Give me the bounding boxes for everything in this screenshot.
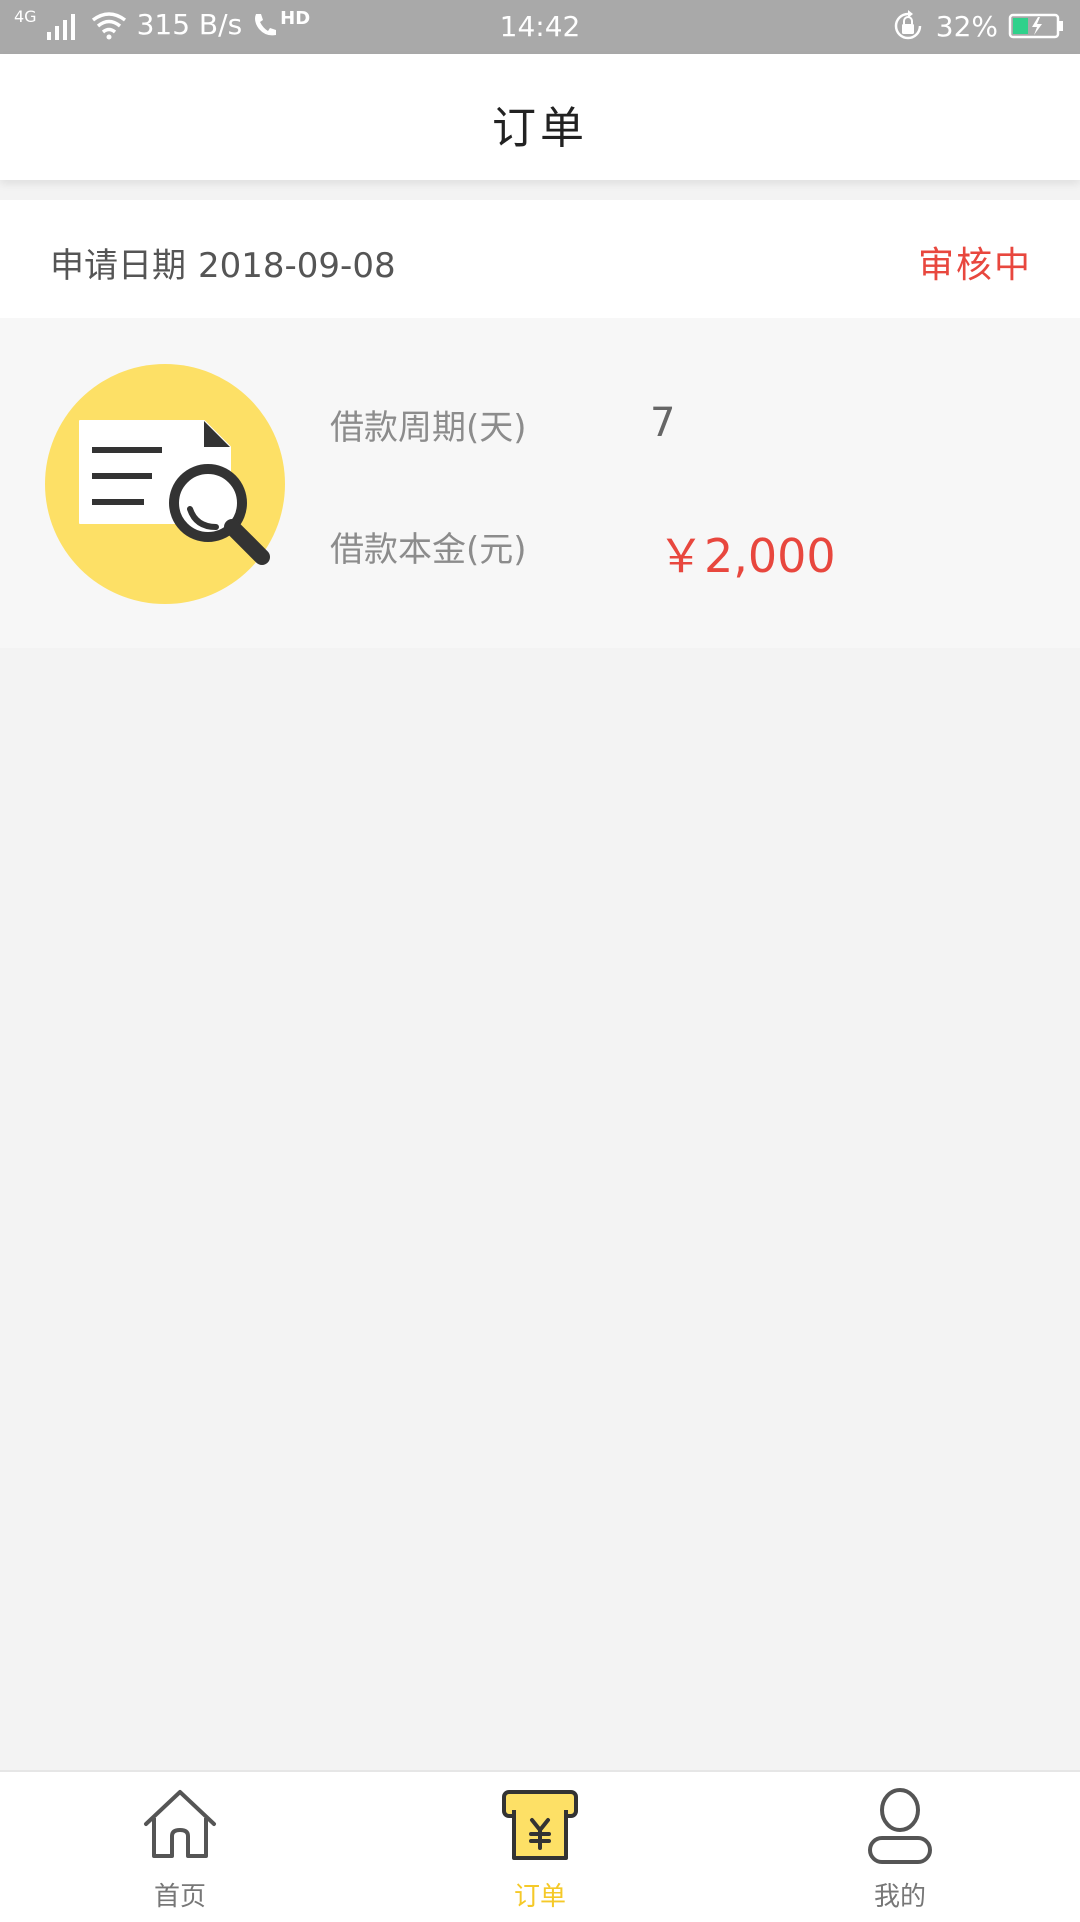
- status-badge: 审核中: [917, 245, 1032, 286]
- tab-home[interactable]: 首页: [80, 1772, 280, 1922]
- apply-date-label: 申请日期: [50, 246, 186, 286]
- loan-period-value: 7: [650, 400, 676, 446]
- home-icon: [144, 1790, 216, 1858]
- apply-date-value: 2018-09-08: [198, 246, 396, 286]
- status-bar: 4G 315 B/s HD 14:42 32%: [0, 0, 1080, 54]
- battery-icon: [1008, 11, 1066, 41]
- loan-period-label: 借款周期(天): [330, 408, 527, 448]
- user-icon: [868, 1788, 932, 1864]
- page-title: 订单: [492, 103, 588, 154]
- tab-mine[interactable]: 我的: [800, 1772, 1000, 1922]
- tab-home-label: 首页: [153, 1882, 206, 1912]
- tab-bar: 首页 订单 我的: [0, 1770, 1080, 1922]
- rotation-lock-icon: [890, 8, 926, 44]
- document-search-icon: [44, 363, 286, 605]
- loan-principal-value: ￥2,000: [658, 529, 836, 583]
- apply-date: 申请日期 2018-09-08: [50, 238, 396, 287]
- tab-order[interactable]: 订单: [440, 1772, 640, 1922]
- status-bar-right: 32%: [890, 8, 1066, 44]
- order-card-header[interactable]: 申请日期 2018-09-08 审核中: [0, 200, 1080, 318]
- order-card-body[interactable]: 借款周期(天) 7 借款本金(元) ￥2,000: [0, 318, 1080, 648]
- loan-principal-label: 借款本金(元): [330, 530, 527, 570]
- tab-mine-label: 我的: [873, 1882, 926, 1912]
- battery-percent: 32%: [935, 9, 998, 43]
- order-icon: [502, 1790, 578, 1860]
- nav-bar: 订单: [0, 54, 1080, 180]
- tab-order-label: 订单: [513, 1882, 566, 1912]
